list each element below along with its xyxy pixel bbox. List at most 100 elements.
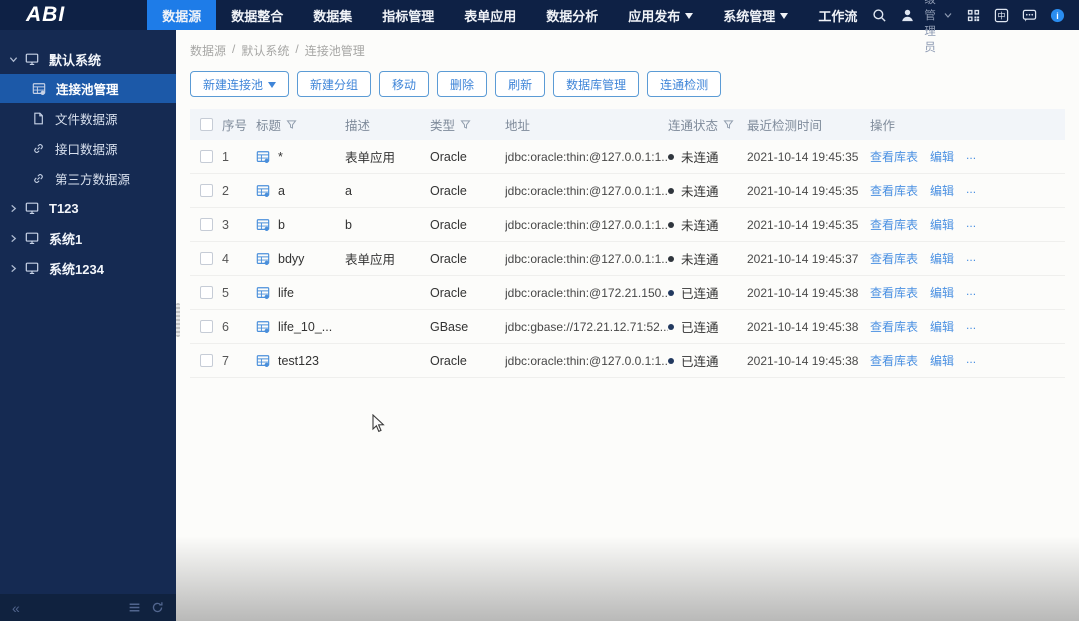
sidebar-item-file-datasource[interactable]: 文件数据源 [0,103,176,133]
breadcrumb-item[interactable]: 连接池管理 [305,42,365,59]
action-more[interactable]: ... [966,284,976,301]
language-icon[interactable]: 中 [994,8,1009,23]
new-group-button[interactable]: 新建分组 [297,71,372,97]
caret-right-icon[interactable] [9,264,25,273]
message-icon[interactable] [1022,8,1037,23]
caret-right-icon[interactable] [9,204,25,213]
header-label: 类型 [430,119,456,133]
nav-tab-dataset[interactable]: 数据集 [298,0,367,30]
row-checkbox[interactable] [200,354,213,367]
action-view-tables[interactable]: 查看库表 [870,318,918,335]
breadcrumb-item[interactable]: 默认系统 [241,42,289,59]
action-edit[interactable]: 编辑 [930,284,954,301]
sidebar-item-label: 连接池管理 [56,83,119,97]
user-chevron-down-icon[interactable] [943,10,953,20]
nav-tab-workflow[interactable]: 工作流 [803,0,872,30]
action-edit[interactable]: 编辑 [930,318,954,335]
sidebar-item-api-datasource[interactable]: 接口数据源 [0,133,176,163]
action-view-tables[interactable]: 查看库表 [870,182,918,199]
row-title[interactable]: life [256,286,345,300]
nav-tab-data-analysis[interactable]: 数据分析 [531,0,613,30]
filter-icon[interactable] [723,119,734,130]
row-checkbox[interactable] [200,150,213,163]
action-more[interactable]: ... [966,182,976,199]
sidebar-scrollbar-thumb[interactable] [176,303,180,337]
sidebar-item-t123[interactable]: T123 [0,193,176,223]
action-edit[interactable]: 编辑 [930,216,954,233]
search-icon[interactable] [872,8,887,23]
refresh-icon[interactable] [151,601,164,614]
row-checkbox[interactable] [200,252,213,265]
user-name[interactable]: 超级管理员 [924,0,936,55]
action-view-tables[interactable]: 查看库表 [870,148,918,165]
monitor-icon [25,261,39,275]
row-status: 已连通 [668,283,747,302]
delete-button[interactable]: 删除 [437,71,488,97]
row-title[interactable]: b [256,218,345,232]
action-view-tables[interactable]: 查看库表 [870,284,918,301]
nav-tab-system-management[interactable]: 系统管理 [708,0,803,30]
row-address: jdbc:oracle:thin:@127.0.0.1:1... [505,353,668,368]
action-edit[interactable]: 编辑 [930,182,954,199]
action-view-tables[interactable]: 查看库表 [870,216,918,233]
row-title[interactable]: life_10_... [256,320,345,334]
action-more[interactable]: ... [966,148,976,165]
row-title[interactable]: * [256,150,345,164]
collapse-icon[interactable]: « [12,600,20,616]
status-dot [668,357,674,364]
file-icon [32,112,45,125]
nav-tab-form-application[interactable]: 表单应用 [449,0,531,30]
database-management-button[interactable]: 数据库管理 [553,71,640,97]
action-view-tables[interactable]: 查看库表 [870,250,918,267]
qr-code-icon[interactable] [966,8,981,23]
row-check-time: 2021-10-14 19:45:38 [747,353,859,368]
refresh-button[interactable]: 刷新 [495,71,546,97]
nav-tab-datasource[interactable]: 数据源 [147,0,217,30]
row-desc: 表单应用 [345,253,396,267]
cell-select [200,218,222,231]
sidebar-item-label: T123 [49,200,79,216]
row-title[interactable]: bdyy [256,252,345,266]
move-button[interactable]: 移动 [379,71,430,97]
list-icon[interactable] [128,601,141,614]
nav-tab-indicator-management[interactable]: 指标管理 [367,0,449,30]
action-more[interactable]: ... [966,352,976,369]
row-checkbox[interactable] [200,218,213,231]
row-title[interactable]: test123 [256,354,345,368]
action-edit[interactable]: 编辑 [930,250,954,267]
filter-icon[interactable] [460,119,471,130]
connectivity-check-button[interactable]: 连通检测 [647,71,722,97]
connection-pool-icon [256,218,270,232]
row-checkbox[interactable] [200,286,213,299]
sidebar-item-default-system[interactable]: 默认系统 [0,44,176,74]
info-icon[interactable]: i [1050,8,1065,23]
table-row: 7 test123 Oracle jdbc:oracle:thin:@127.0.0.… [190,344,1065,378]
caret-down-icon[interactable] [9,55,25,64]
header-label: 地址 [505,119,531,133]
action-more[interactable]: ... [966,250,976,267]
sidebar-item-system1234[interactable]: 系统1234 [0,253,176,283]
breadcrumb-item[interactable]: 数据源 [190,42,226,59]
sidebar-item-system1[interactable]: 系统1 [0,223,176,253]
app-logo[interactable]: ABI [0,0,147,30]
new-connection-pool-button[interactable]: 新建连接池 [190,71,290,97]
row-title[interactable]: a [256,184,345,198]
action-edit[interactable]: 编辑 [930,352,954,369]
row-checkbox[interactable] [200,184,213,197]
sidebar-item-label: 系统1 [49,231,83,247]
user-avatar-icon[interactable] [900,8,915,23]
caret-right-icon[interactable] [9,234,25,243]
filter-icon[interactable] [286,119,297,130]
monitor-icon [25,52,39,66]
action-more[interactable]: ... [966,216,976,233]
nav-tab-app-publish[interactable]: 应用发布 [613,0,708,30]
sidebar-item-third-party-datasource[interactable]: 第三方数据源 [0,163,176,193]
nav-tab-data-integration[interactable]: 数据整合 [216,0,298,30]
action-view-tables[interactable]: 查看库表 [870,352,918,369]
row-check-time: 2021-10-14 19:45:38 [747,285,859,300]
select-all-checkbox[interactable] [200,118,213,131]
action-edit[interactable]: 编辑 [930,148,954,165]
row-checkbox[interactable] [200,320,213,333]
action-more[interactable]: ... [966,318,976,335]
sidebar-item-connection-pool-management[interactable]: 连接池管理 [0,74,176,103]
